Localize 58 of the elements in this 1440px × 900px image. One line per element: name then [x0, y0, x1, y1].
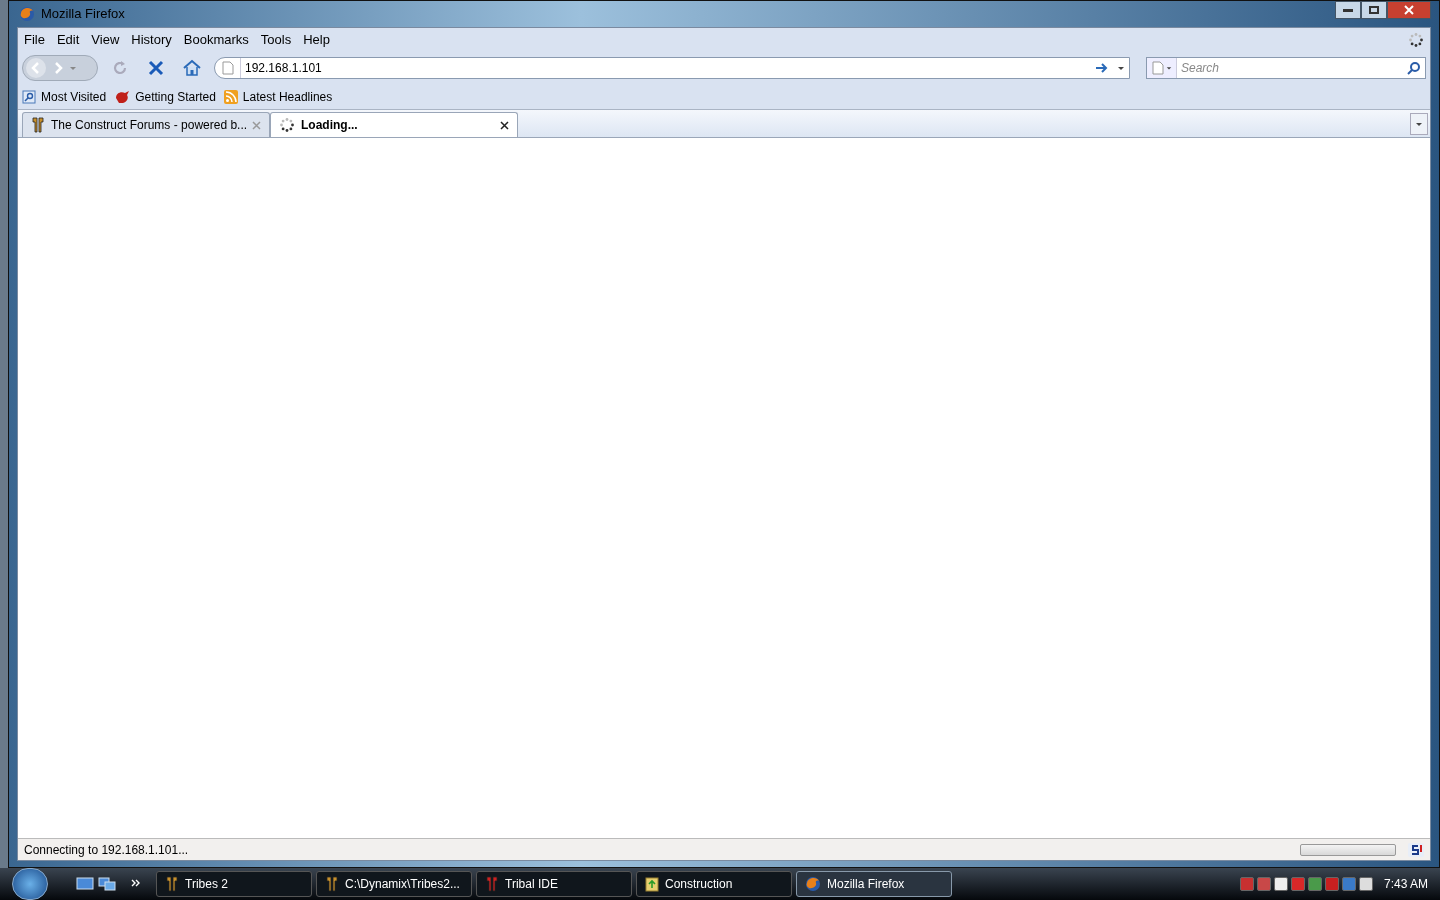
bookmark-item[interactable]: Getting Started: [114, 87, 216, 106]
figure-icon: [485, 876, 499, 892]
start-button[interactable]: [12, 868, 48, 900]
windows-icon[interactable]: [98, 876, 116, 892]
tray-icon[interactable]: [1273, 877, 1288, 891]
bookmark-item[interactable]: Latest Headlines: [223, 87, 333, 106]
menu-item[interactable]: Help: [303, 30, 330, 50]
globe-icon: [805, 876, 821, 892]
taskbar-button[interactable]: Construction: [636, 871, 792, 897]
taskbar-button[interactable]: C:\Dynamix\Tribes2...: [316, 871, 472, 897]
bookmark-item[interactable]: Most Visited: [22, 87, 107, 106]
figure-icon: [165, 876, 179, 892]
search-icon: [1407, 61, 1421, 75]
creature-icon: [114, 89, 131, 104]
clock[interactable]: 7:43 AM: [1383, 875, 1428, 893]
page-icon: [1151, 61, 1164, 75]
caret-icon: [69, 64, 77, 72]
minimize-button[interactable]: [1335, 1, 1361, 19]
stop-icon: [147, 59, 165, 77]
taskbar-button[interactable]: Mozilla Firefox: [796, 871, 952, 897]
globe-icon: [19, 6, 35, 22]
menu-item[interactable]: Tools: [260, 30, 292, 50]
feed-icon: [223, 89, 238, 104]
menu-item[interactable]: Bookmarks: [183, 30, 249, 50]
caret-icon: [1117, 64, 1125, 72]
close-button[interactable]: [1387, 1, 1431, 19]
letter-logo-icon: [1408, 842, 1424, 857]
browser-tab[interactable]: Loading...: [270, 112, 518, 137]
figure-icon: [325, 876, 339, 892]
throbber-icon: [1408, 32, 1424, 48]
tab-title: Loading...: [301, 117, 359, 134]
loading-spinner-icon: [279, 117, 295, 133]
maximize-button[interactable]: [1361, 1, 1387, 19]
window-title: Mozilla Firefox: [41, 5, 125, 24]
taskbar-button[interactable]: Tribes 2: [156, 871, 312, 897]
close-icon: [1404, 5, 1414, 15]
menu-item[interactable]: View: [91, 30, 120, 50]
menu-item[interactable]: File: [24, 30, 45, 50]
home-icon: [182, 59, 202, 77]
reload-icon: [111, 59, 129, 77]
taskbar-button[interactable]: Tribal IDE: [476, 871, 632, 897]
page-icon: [221, 61, 234, 75]
tab-title: The Construct Forums - powered b...: [51, 117, 246, 134]
address-field[interactable]: 192.168.1.101: [214, 57, 1130, 79]
menu-item[interactable]: Edit: [56, 30, 80, 50]
menu-item[interactable]: History: [131, 30, 172, 50]
search-field[interactable]: Search: [1146, 57, 1426, 79]
caret-icon: [1165, 65, 1172, 71]
tray-icon[interactable]: [1358, 877, 1373, 891]
search-page-icon: [22, 89, 36, 104]
go-arrow-icon: [1095, 62, 1109, 74]
desktop-icon[interactable]: [76, 876, 94, 892]
close-icon[interactable]: [500, 120, 509, 130]
folder-icon: [645, 876, 659, 892]
caret-icon: [1415, 120, 1423, 128]
browser-tab[interactable]: The Construct Forums - powered b...: [22, 112, 270, 137]
status-text: Connecting to 192.168.1.101...: [24, 841, 189, 859]
figure-icon: [31, 117, 45, 133]
